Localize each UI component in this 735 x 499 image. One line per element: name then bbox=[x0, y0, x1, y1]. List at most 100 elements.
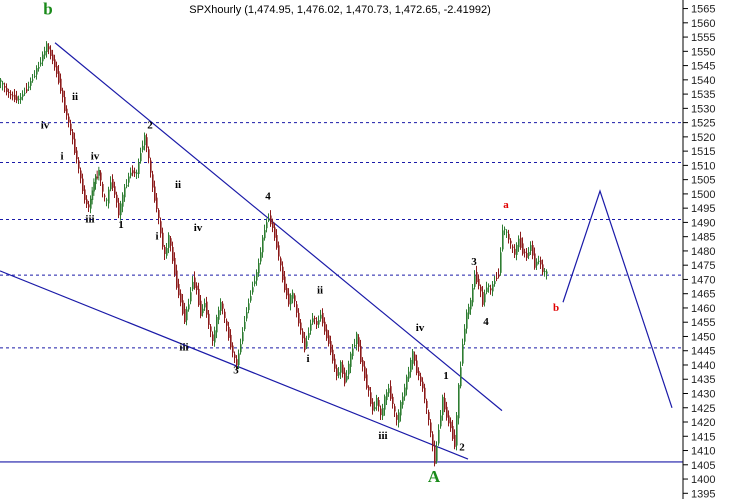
candle-body bbox=[202, 308, 204, 314]
candle-body bbox=[150, 160, 152, 173]
y-tick-label: 1405 bbox=[691, 460, 715, 472]
candle-body bbox=[390, 386, 392, 399]
candle-body bbox=[248, 303, 250, 311]
wave-label: i bbox=[60, 151, 63, 163]
candle-body bbox=[124, 187, 126, 198]
candle-body bbox=[494, 281, 496, 285]
candle-body bbox=[160, 221, 162, 234]
candle-body bbox=[52, 54, 54, 61]
candle-body bbox=[362, 360, 364, 367]
candle-body bbox=[380, 408, 382, 416]
candle-body bbox=[386, 392, 388, 401]
candle-body bbox=[356, 333, 358, 345]
candle-body bbox=[262, 237, 264, 253]
candle-body bbox=[542, 264, 544, 273]
y-tick-label: 1525 bbox=[691, 118, 715, 130]
candle-body bbox=[186, 309, 188, 321]
candle-body bbox=[316, 320, 318, 325]
wave-label: iv bbox=[416, 322, 425, 334]
candle-body bbox=[312, 318, 314, 323]
candle-body bbox=[300, 322, 302, 331]
candle-body bbox=[96, 176, 99, 178]
candle-body bbox=[178, 284, 180, 296]
candle-body bbox=[420, 376, 422, 382]
candle-body bbox=[254, 281, 256, 284]
candle-body bbox=[426, 400, 428, 409]
candle-body bbox=[376, 397, 378, 406]
candle-body bbox=[292, 292, 294, 299]
candle-body bbox=[328, 335, 330, 344]
wave-label: b bbox=[43, 0, 52, 18]
candle-body bbox=[422, 381, 424, 389]
candle-body bbox=[88, 204, 90, 208]
y-tick-label: 1480 bbox=[691, 246, 715, 258]
candle-body bbox=[350, 353, 352, 367]
candle-body bbox=[220, 302, 222, 311]
candle-body bbox=[244, 321, 246, 330]
candle-body bbox=[272, 222, 274, 228]
candle-body bbox=[62, 90, 64, 98]
y-tick-label: 1500 bbox=[691, 189, 715, 201]
candle-body bbox=[506, 231, 508, 233]
candle-body bbox=[536, 261, 538, 266]
candle-body bbox=[418, 370, 420, 376]
candle-body bbox=[364, 366, 366, 379]
candle-body bbox=[534, 253, 536, 268]
candle-body bbox=[110, 182, 112, 190]
wave-label: 3 bbox=[233, 365, 239, 377]
candle-body bbox=[100, 172, 102, 181]
y-tick-label: 1510 bbox=[691, 160, 715, 172]
wave-label: iv bbox=[194, 222, 203, 234]
candle-body bbox=[358, 337, 360, 347]
candle-body bbox=[482, 291, 484, 305]
y-tick-label: 1540 bbox=[691, 75, 715, 87]
candle-body bbox=[396, 414, 398, 420]
candle-body bbox=[240, 344, 242, 353]
wave-label: ii bbox=[175, 179, 181, 191]
candle-body bbox=[360, 345, 362, 363]
y-tick-label: 1435 bbox=[691, 374, 715, 386]
candle-body bbox=[398, 412, 400, 423]
candle-body bbox=[26, 89, 28, 92]
candle-body bbox=[374, 407, 376, 410]
candle-body bbox=[298, 312, 300, 324]
candle-body bbox=[530, 245, 532, 251]
y-tick-label: 1550 bbox=[691, 46, 715, 58]
candle-body bbox=[68, 116, 70, 123]
candle-body bbox=[288, 293, 290, 305]
candle-body bbox=[246, 312, 248, 319]
candle-body bbox=[146, 137, 148, 148]
candle-body bbox=[218, 310, 220, 320]
candle-body bbox=[70, 123, 72, 132]
candle-body bbox=[116, 194, 118, 203]
candle-body bbox=[458, 384, 460, 419]
candle-body bbox=[302, 331, 304, 339]
candle-body bbox=[10, 94, 12, 96]
candle-body bbox=[226, 320, 228, 326]
candle-body bbox=[24, 92, 26, 94]
candle-body bbox=[222, 303, 224, 309]
candle-body bbox=[480, 286, 482, 292]
y-tick-label: 1555 bbox=[691, 32, 715, 44]
candle-body bbox=[282, 266, 284, 280]
candle-body bbox=[138, 162, 140, 175]
candle-body bbox=[410, 360, 412, 373]
y-tick-label: 1455 bbox=[691, 317, 715, 329]
candle-body bbox=[322, 312, 324, 324]
candle-body bbox=[498, 274, 500, 277]
candle-body bbox=[454, 434, 456, 447]
candle-body bbox=[16, 96, 18, 101]
candle-body bbox=[460, 367, 462, 387]
candle-body bbox=[372, 402, 374, 411]
candle-body bbox=[36, 68, 38, 75]
candle-body bbox=[452, 425, 454, 439]
candle-body bbox=[354, 345, 356, 347]
y-tick-label: 1410 bbox=[691, 446, 715, 458]
candle-body bbox=[258, 262, 260, 274]
candle-body bbox=[106, 199, 108, 201]
candle-body bbox=[470, 300, 472, 310]
candle-body bbox=[290, 295, 292, 305]
candle-body bbox=[224, 311, 226, 318]
candle-body bbox=[434, 446, 436, 465]
candle-body bbox=[38, 66, 40, 69]
